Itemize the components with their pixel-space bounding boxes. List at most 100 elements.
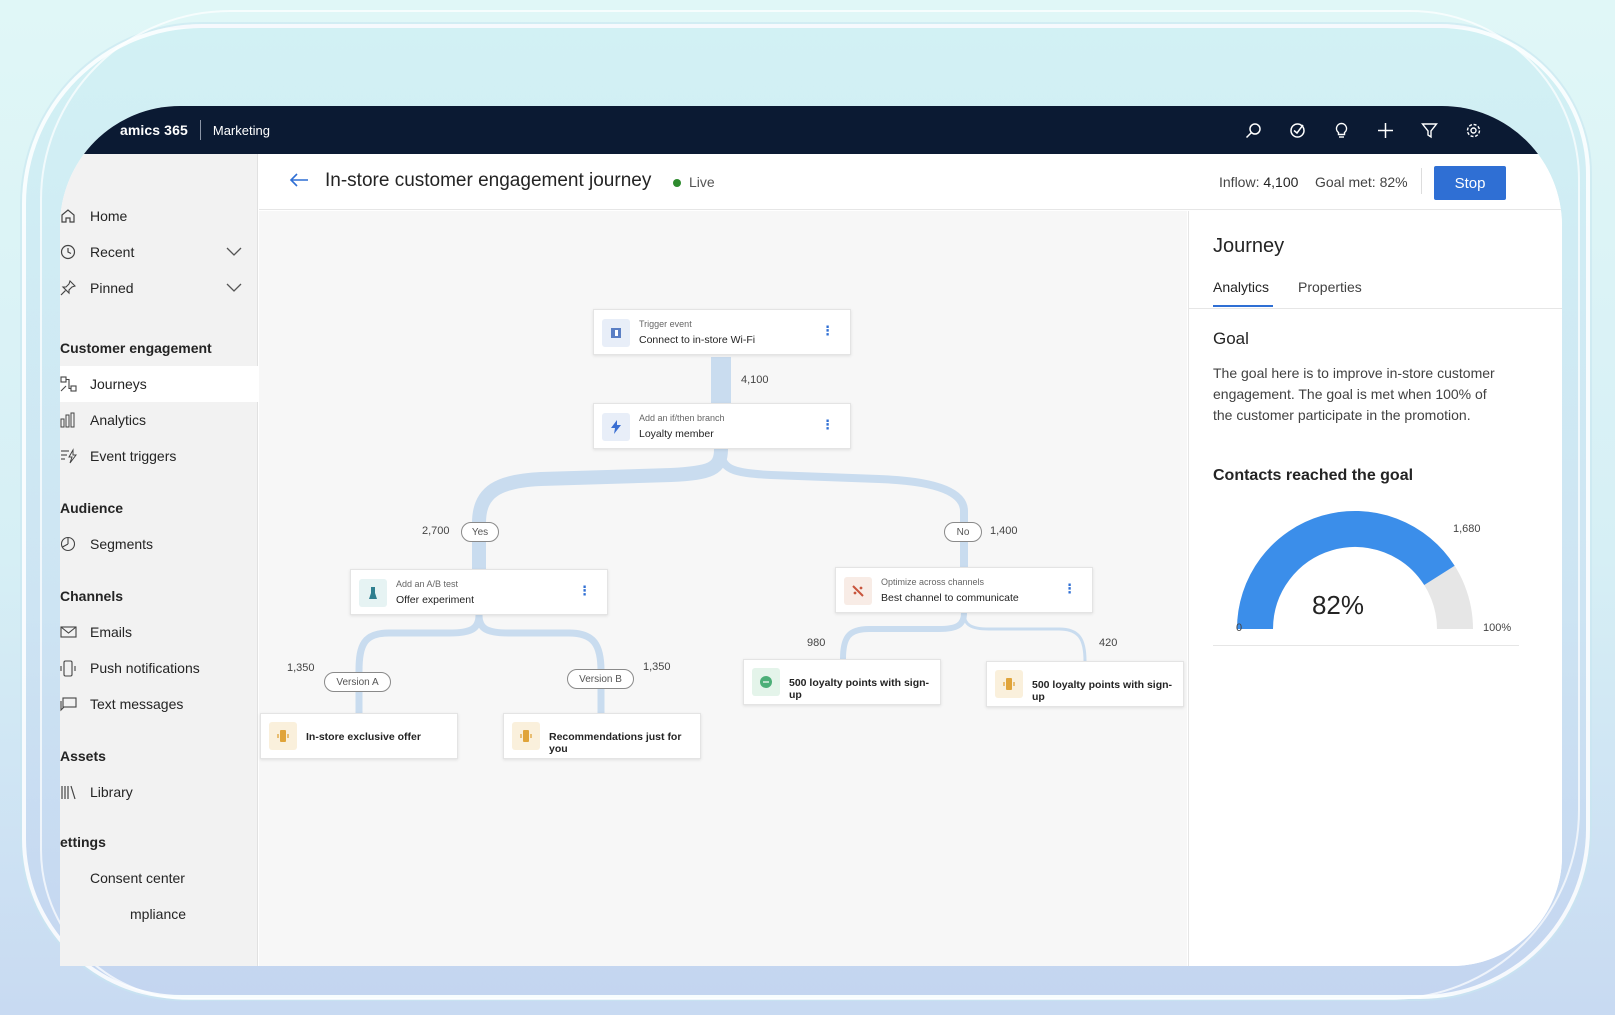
goal-met-stat: Goal met: 82% <box>1315 174 1408 190</box>
sidebar-item-label: Library <box>90 784 133 800</box>
more-options-icon[interactable]: ⋮ <box>1063 581 1076 597</box>
active-tab-indicator <box>1213 305 1273 307</box>
flow-yes <box>472 448 728 569</box>
sidebar-item-label: Home <box>90 208 128 224</box>
sidebar-item-recent[interactable]: Recent <box>60 234 258 270</box>
sidebar-item-analytics[interactable]: Analytics <box>60 402 258 438</box>
gauge-target-label: 1,680 <box>1453 523 1481 535</box>
if-then-branch-card[interactable]: Add an if/then branch Loyalty member ⋮ <box>593 403 851 449</box>
section-customer-engagement: Customer engagement <box>60 340 212 356</box>
mobile-offer-icon <box>512 722 540 750</box>
chat-message-icon <box>752 668 780 696</box>
status-badge: Live <box>689 174 715 190</box>
version-a-pill[interactable]: Version A <box>324 672 391 692</box>
sidebar-item-label: Recent <box>90 244 135 260</box>
version-b-count: 1,350 <box>643 661 671 673</box>
chevron-down-icon[interactable] <box>226 244 242 260</box>
section-settings: ettings <box>60 834 106 850</box>
chevron-down-icon[interactable] <box>226 280 242 296</box>
app-window: amics 365 Marketing Home Recent Pinned C… <box>60 106 1562 966</box>
section-channels: Channels <box>60 588 124 604</box>
sidebar-item-label: Push notifications <box>90 660 200 676</box>
ab-test-card[interactable]: Add an A/B test Offer experiment ⋮ <box>350 569 608 615</box>
sidebar-item-label: Analytics <box>90 412 147 428</box>
search-icon[interactable] <box>1244 121 1262 139</box>
no-count: 1,400 <box>990 525 1018 537</box>
sidebar-item-text-messages[interactable]: Text messages <box>60 686 258 722</box>
inflow-stat: Inflow: 4,100 <box>1219 174 1298 190</box>
version-b-pill[interactable]: Version B <box>567 669 634 689</box>
panel-divider <box>1213 645 1519 646</box>
event-trigger-icon <box>60 448 80 464</box>
top-bar: amics 365 Marketing <box>60 106 1562 154</box>
card-title: Offer experiment <box>396 594 475 606</box>
optimize-icon <box>844 577 872 605</box>
analytics-icon <box>60 412 80 428</box>
library-icon <box>60 785 80 800</box>
sidebar-item-compliance[interactable]: mpliance <box>60 896 258 932</box>
section-audience: Audience <box>60 500 124 516</box>
flow-version-b <box>475 614 605 713</box>
filter-icon[interactable] <box>1420 121 1438 139</box>
sidebar-item-segments[interactable]: Segments <box>60 526 258 562</box>
tab-properties[interactable]: Properties <box>1298 279 1362 295</box>
flow-no <box>717 448 968 567</box>
sidebar-item-emails[interactable]: Emails <box>60 614 258 650</box>
pin-icon <box>60 280 80 296</box>
leaf-action-card[interactable]: Recommendations just for you <box>503 713 701 759</box>
yes-branch-pill[interactable]: Yes <box>461 522 499 542</box>
leaf-action-card[interactable]: 500 loyalty points with sign-up <box>743 659 941 705</box>
module-name[interactable]: Marketing <box>213 123 270 138</box>
contacts-heading: Contacts reached the goal <box>1213 467 1414 484</box>
channel-1-count: 980 <box>807 637 826 649</box>
sidebar-item-label: mpliance <box>130 906 187 922</box>
trigger-count: 4,100 <box>741 374 769 386</box>
plus-icon[interactable] <box>1376 121 1394 139</box>
brand-separator <box>199 120 201 140</box>
card-subtitle: Trigger event <box>639 319 692 329</box>
trigger-event-card[interactable]: Trigger event Connect to in-store Wi-Fi … <box>593 309 851 355</box>
flask-icon <box>359 579 387 607</box>
sidebar-item-journeys[interactable]: Journeys <box>60 366 258 402</box>
sidebar-item-event-triggers[interactable]: Event triggers <box>60 438 258 474</box>
more-options-icon[interactable]: ⋮ <box>821 417 834 433</box>
section-assets: Assets <box>60 748 106 764</box>
journey-icon <box>60 376 80 392</box>
sidebar-item-library[interactable]: Library <box>60 774 258 810</box>
sidebar-item-label: Emails <box>90 624 133 640</box>
yes-count: 2,700 <box>422 525 450 537</box>
phone-notification-icon <box>60 659 80 677</box>
sidebar-item-consent-center[interactable]: Consent center <box>60 860 258 896</box>
product-name[interactable]: amics 365 <box>120 122 188 138</box>
page-title: In-store customer engagement journey <box>325 170 652 191</box>
sidebar-item-label: Pinned <box>90 280 134 296</box>
sidebar-item-pinned[interactable]: Pinned <box>60 270 258 306</box>
leaf-action-card[interactable]: 500 loyalty points with sign-up <box>986 661 1184 707</box>
flow-version-a <box>355 614 483 713</box>
no-branch-pill[interactable]: No <box>944 522 982 542</box>
goal-gauge: 82% 0 100% 1,680 <box>1236 511 1511 634</box>
card-title: Loyalty member <box>639 428 714 440</box>
optimize-channels-card[interactable]: Optimize across channels Best channel to… <box>835 567 1093 613</box>
segments-icon <box>60 536 80 552</box>
gear-icon[interactable] <box>1464 121 1482 139</box>
more-options-icon[interactable]: ⋮ <box>821 323 834 339</box>
sidebar-item-label: Consent center <box>90 870 185 886</box>
task-icon[interactable] <box>1288 121 1306 139</box>
clock-icon <box>60 244 80 260</box>
leaf-action-card[interactable]: In-store exclusive offer <box>260 713 458 759</box>
sidebar: Home Recent Pinned Customer engagement J… <box>60 154 258 966</box>
home-icon <box>60 208 80 224</box>
back-arrow-icon[interactable] <box>289 172 309 193</box>
channel-2-count: 420 <box>1099 637 1118 649</box>
tab-analytics[interactable]: Analytics <box>1213 279 1269 295</box>
tabs-divider <box>1189 308 1562 309</box>
stop-button[interactable]: Stop <box>1434 166 1506 200</box>
more-options-icon[interactable]: ⋮ <box>578 583 591 599</box>
sidebar-item-home[interactable]: Home <box>60 198 258 234</box>
card-subtitle: Add an A/B test <box>396 579 459 589</box>
lightning-icon <box>602 413 630 441</box>
mail-icon <box>60 625 80 639</box>
sidebar-item-push-notifications[interactable]: Push notifications <box>60 650 258 686</box>
lightbulb-icon[interactable] <box>1332 121 1350 139</box>
